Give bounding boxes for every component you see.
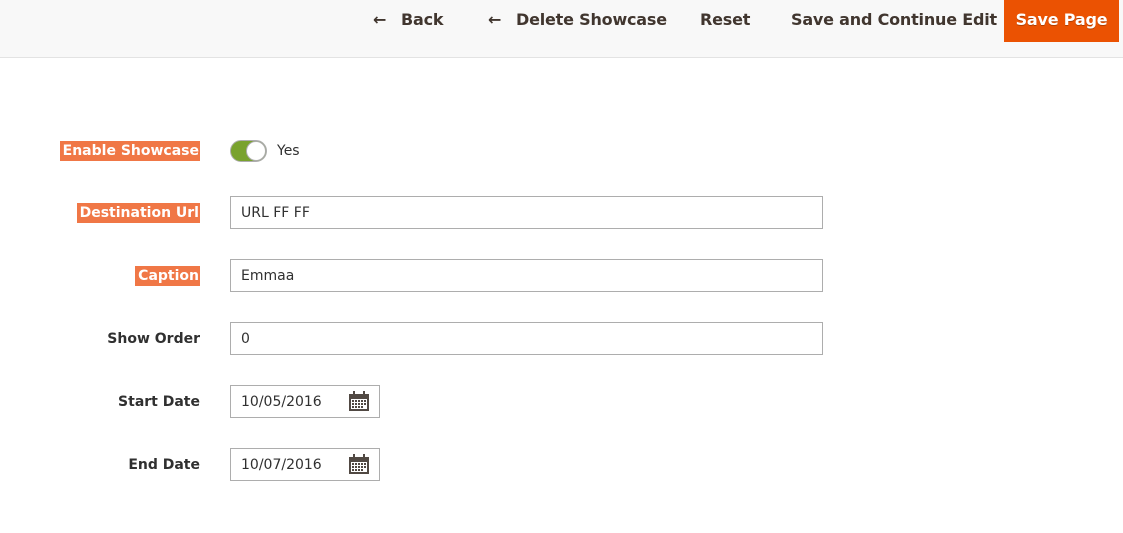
calendar-icon[interactable] <box>348 390 370 412</box>
enable-showcase-state: Yes <box>277 143 300 159</box>
page-actions-bar: ← Back ← Delete Showcase Reset Save and Co… <box>0 0 1123 58</box>
reset-button[interactable]: Reset <box>700 0 750 42</box>
back-button-label: Back <box>401 10 444 29</box>
save-and-continue-edit-button[interactable]: Save and Continue Edit <box>791 0 997 42</box>
calendar-icon[interactable] <box>348 453 370 475</box>
back-button[interactable]: ← Back <box>373 0 444 42</box>
caption-input[interactable] <box>230 259 823 292</box>
caption-label: Caption <box>135 266 200 286</box>
delete-showcase-button[interactable]: ← Delete Showcase <box>488 0 667 42</box>
end-date-field <box>230 448 380 481</box>
destination-url-label: Destination Url <box>76 203 200 223</box>
toggle-knob <box>246 141 266 161</box>
start-date-label: Start Date <box>118 394 200 410</box>
show-order-input[interactable] <box>230 322 823 355</box>
arrow-left-icon: ← <box>373 10 387 29</box>
destination-url-input[interactable] <box>230 196 823 229</box>
start-date-field <box>230 385 380 418</box>
arrow-left-icon: ← <box>488 10 502 29</box>
end-date-label: End Date <box>128 457 200 473</box>
delete-showcase-label: Delete Showcase <box>516 10 667 29</box>
show-order-label: Show Order <box>107 331 200 347</box>
enable-showcase-label: Enable Showcase <box>59 141 200 161</box>
save-page-button[interactable]: Save Page <box>1004 0 1119 42</box>
enable-showcase-toggle[interactable] <box>230 140 267 162</box>
